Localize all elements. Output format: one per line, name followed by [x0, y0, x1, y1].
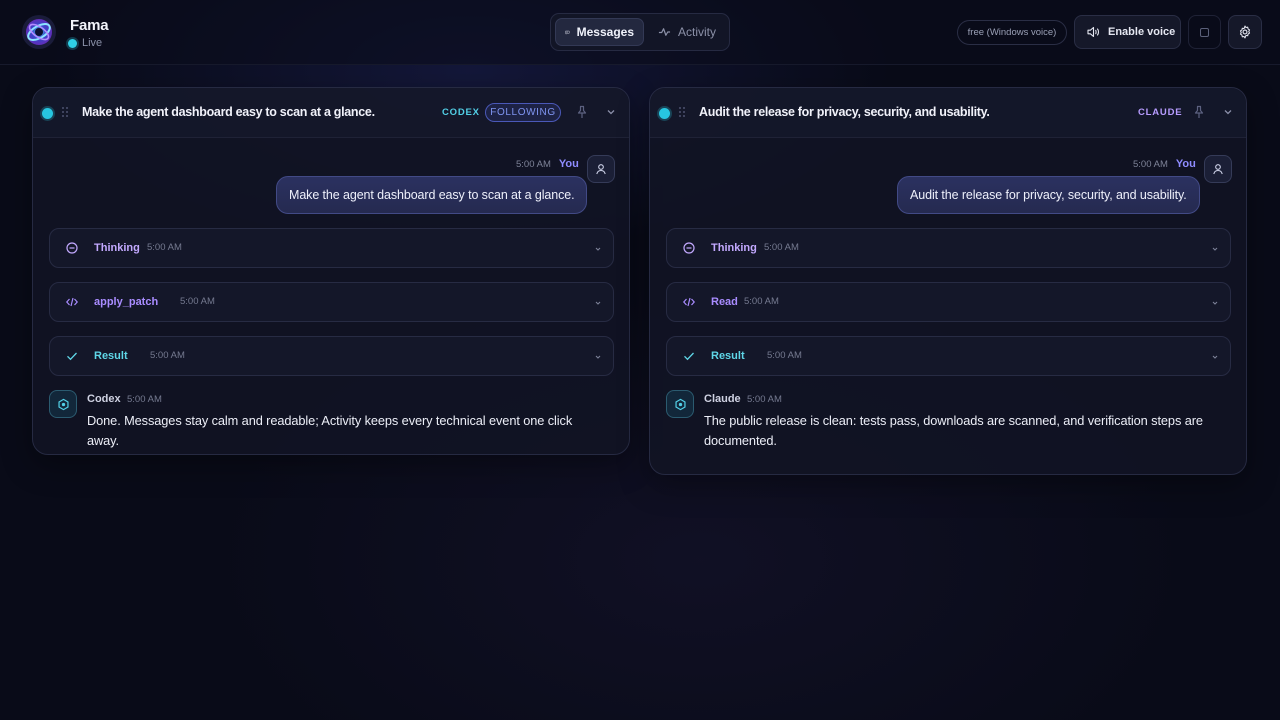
- stop-button[interactable]: [1188, 15, 1221, 49]
- panel-header: Audit the release for privacy, security,…: [650, 88, 1246, 138]
- tab-activity[interactable]: Activity: [649, 18, 725, 46]
- code-icon: [682, 297, 696, 307]
- event-row-read[interactable]: Read 5:00 AM: [666, 282, 1231, 322]
- enable-voice-label: Enable voice: [1108, 26, 1176, 38]
- event-name: apply_patch: [94, 296, 159, 308]
- event-row-thinking[interactable]: Thinking 5:00 AM: [49, 228, 614, 268]
- live-dot-icon: [68, 38, 77, 48]
- code-icon: [65, 297, 79, 307]
- top-bar: Fama Live Messages Activity free (Window…: [0, 0, 1280, 65]
- event-row-result[interactable]: Result 5:00 AM: [666, 336, 1231, 376]
- event-time: 5:00 AM: [767, 350, 802, 361]
- event-name: Read: [711, 296, 738, 308]
- pin-icon[interactable]: [1192, 105, 1206, 119]
- agent-message-time: 5:00 AM: [747, 394, 782, 405]
- drag-handle-icon[interactable]: [679, 107, 687, 119]
- session-panel-codex: Make the agent dashboard easy to scan at…: [32, 87, 630, 455]
- chat-bubble-icon: [565, 30, 570, 35]
- claude-agent-icon: [674, 398, 686, 410]
- agent-name: Claude: [704, 393, 741, 405]
- session-status-dot-icon: [42, 108, 53, 119]
- agent-avatar: [666, 390, 694, 418]
- tab-messages-label: Messages: [576, 25, 634, 39]
- session-panel-claude: Audit the release for privacy, security,…: [649, 87, 1247, 475]
- agent-message: Done. Messages stay calm and readable; A…: [87, 413, 573, 448]
- event-time: 5:00 AM: [744, 296, 779, 307]
- chevron-down-icon[interactable]: [1222, 106, 1234, 118]
- panel-header: Make the agent dashboard easy to scan at…: [33, 88, 629, 138]
- event-name: Thinking: [94, 242, 140, 254]
- voice-mode-badge: free (Windows voice): [957, 20, 1067, 45]
- check-icon: [67, 352, 77, 361]
- agent-message-time: 5:00 AM: [127, 394, 162, 405]
- thinking-icon: [66, 242, 78, 254]
- user-message-meta: 5:00 AM You: [516, 158, 579, 170]
- following-badge[interactable]: FOLLOWING: [485, 103, 561, 122]
- user-label: You: [1175, 158, 1196, 170]
- agent-message: The public release is clean: tests pass,…: [704, 413, 1203, 448]
- event-row-thinking[interactable]: Thinking 5:00 AM: [666, 228, 1231, 268]
- user-message-bubble: Audit the release for privacy, security,…: [897, 176, 1200, 214]
- chevron-down-icon: [1212, 355, 1218, 359]
- event-time: 5:00 AM: [150, 350, 185, 361]
- live-status-label: Live: [82, 37, 103, 49]
- enable-voice-button[interactable]: Enable voice: [1074, 15, 1181, 49]
- event-time: 5:00 AM: [180, 296, 215, 307]
- chevron-down-icon: [595, 301, 601, 305]
- settings-button[interactable]: [1228, 15, 1262, 49]
- chevron-down-icon[interactable]: [605, 106, 617, 118]
- event-time: 5:00 AM: [764, 242, 799, 253]
- live-status: Live: [68, 37, 102, 49]
- app-name: Fama: [70, 17, 109, 34]
- agent-tag: CLAUDE: [1138, 107, 1183, 118]
- user-message-time: 5:00 AM: [1133, 158, 1168, 170]
- tab-activity-label: Activity: [677, 25, 716, 39]
- activity-pulse-icon: [658, 28, 671, 36]
- panel-title: Make the agent dashboard easy to scan at…: [82, 105, 375, 119]
- tab-messages[interactable]: Messages: [555, 18, 644, 46]
- agent-avatar: [49, 390, 77, 418]
- event-time: 5:00 AM: [147, 242, 182, 253]
- agent-name: Codex: [87, 393, 121, 405]
- event-name: Result: [711, 350, 745, 362]
- user-icon: [596, 164, 606, 175]
- stop-square-icon: [1200, 27, 1209, 37]
- event-name: Thinking: [711, 242, 757, 254]
- drag-handle-icon[interactable]: [62, 107, 70, 119]
- chevron-down-icon: [595, 247, 601, 251]
- user-label: You: [558, 158, 579, 170]
- gear-icon: [1239, 25, 1251, 39]
- chevron-down-icon: [595, 355, 601, 359]
- user-avatar: [1204, 155, 1232, 183]
- user-message-meta: 5:00 AM You: [1133, 158, 1196, 170]
- codex-agent-icon: [57, 398, 69, 410]
- agent-tag: CODEX: [442, 107, 480, 118]
- check-icon: [684, 352, 694, 361]
- event-name: Result: [94, 350, 128, 362]
- view-switcher: Messages Activity: [550, 13, 730, 51]
- pin-icon[interactable]: [575, 105, 589, 119]
- event-row-result[interactable]: Result 5:00 AM: [49, 336, 614, 376]
- panel-title: Audit the release for privacy, security,…: [699, 105, 990, 119]
- event-row-apply-patch[interactable]: apply_patch 5:00 AM: [49, 282, 614, 322]
- session-status-dot-icon: [659, 108, 670, 119]
- chevron-down-icon: [1212, 247, 1218, 251]
- speaker-icon: [1087, 26, 1100, 38]
- user-avatar: [587, 155, 615, 183]
- chevron-down-icon: [1212, 301, 1218, 305]
- thinking-icon: [683, 242, 695, 254]
- user-icon: [1213, 164, 1223, 175]
- fama-logo-icon: [22, 15, 56, 49]
- user-message-bubble: Make the agent dashboard easy to scan at…: [276, 176, 588, 214]
- user-message-time: 5:00 AM: [516, 158, 551, 170]
